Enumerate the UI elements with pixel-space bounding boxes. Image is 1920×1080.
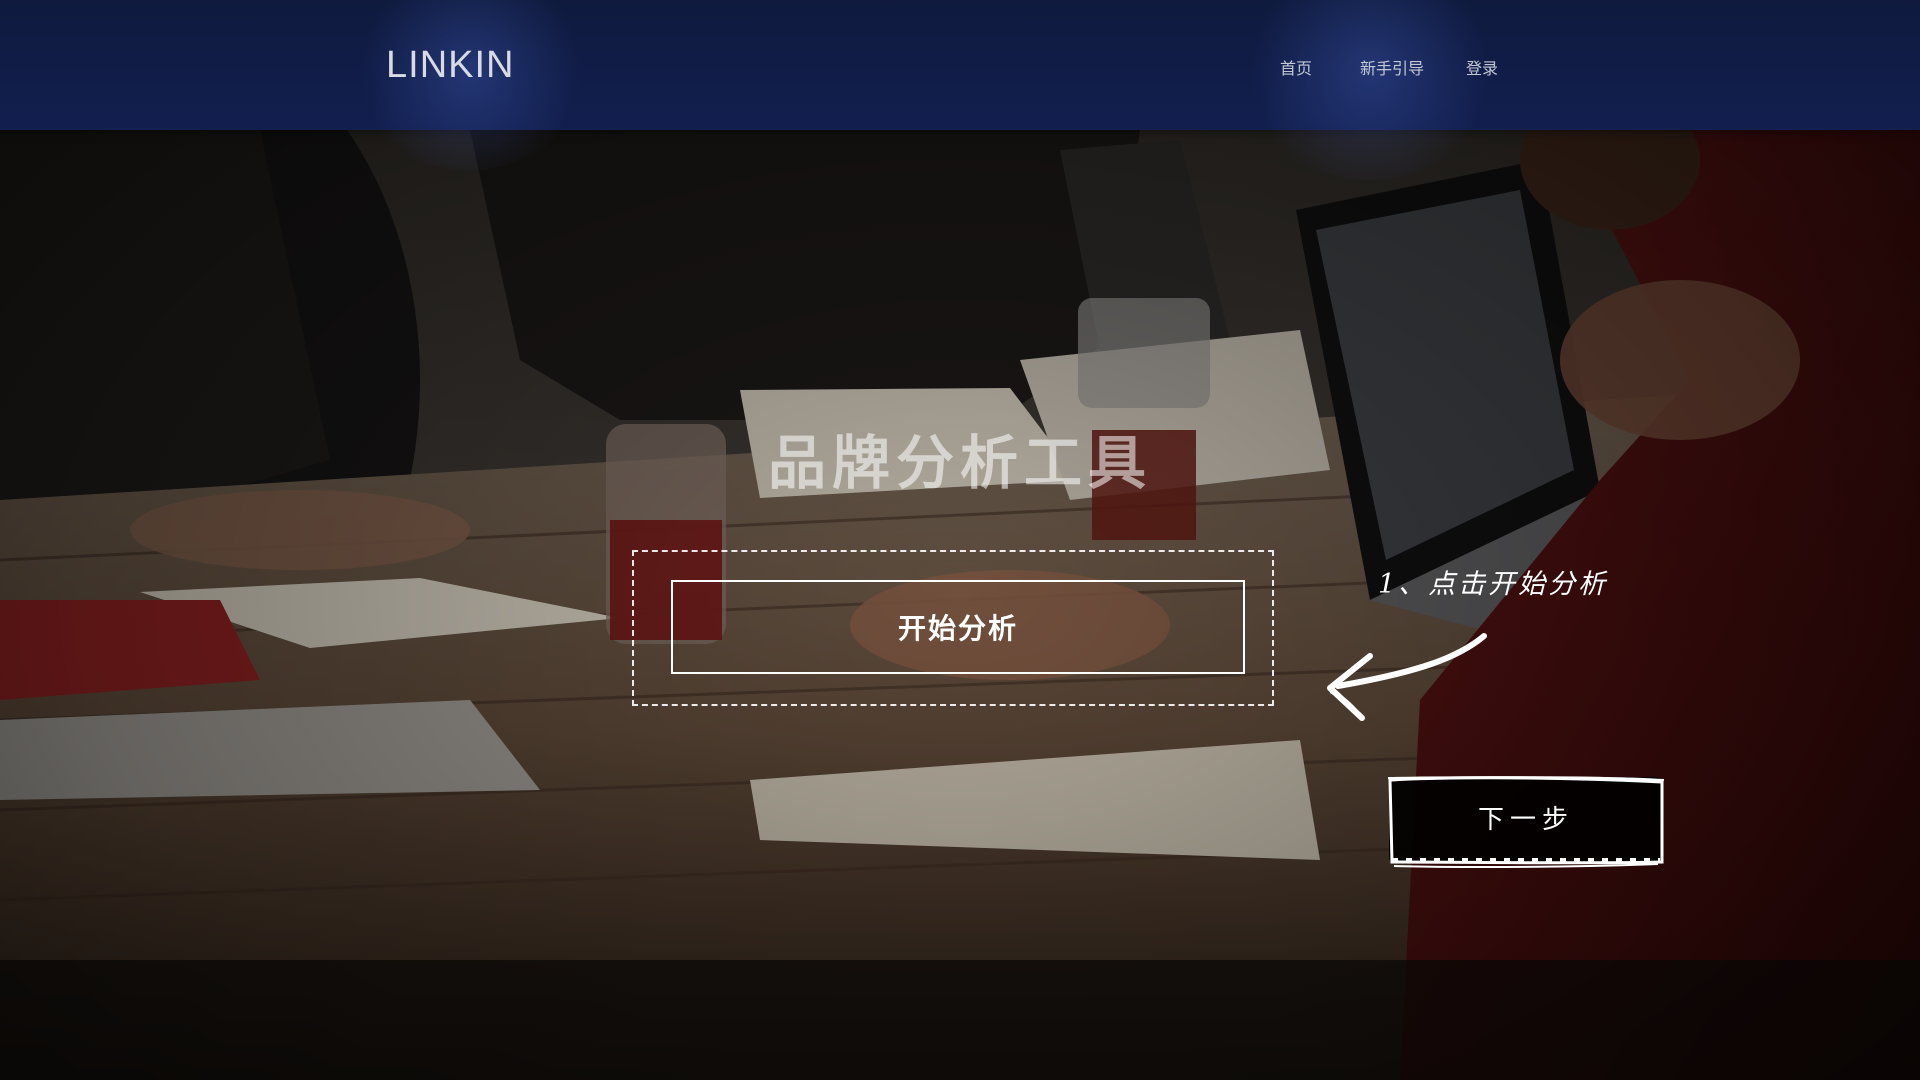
nav-link-home[interactable]: 首页 [1280,55,1312,79]
nav-link-guide[interactable]: 新手引导 [1360,55,1424,79]
nav-link-login[interactable]: 登录 [1466,55,1498,79]
next-step-label: 下一步 [1477,804,1574,835]
dim-overlay [0,0,1920,1080]
top-navbar: LINKIN 首页 新手引导 登录 [0,0,1920,180]
guide-hint-text: 1、点击开始分析 [1378,569,1609,600]
start-analysis-button[interactable]: 开始分析 [671,580,1245,674]
linkin-logo[interactable]: LINKIN [386,44,514,87]
hand-drawn-arrow-icon [1318,628,1498,732]
next-step-button[interactable]: 下一步 [1386,774,1666,870]
page-title: 品牌分析工具 [767,429,1152,497]
page: LINKIN 首页 新手引导 登录 品牌分析工具 开始分析 1、点击开始分析 下… [0,0,1920,1080]
nav-links: 首页 新手引导 登录 [1280,55,1498,79]
